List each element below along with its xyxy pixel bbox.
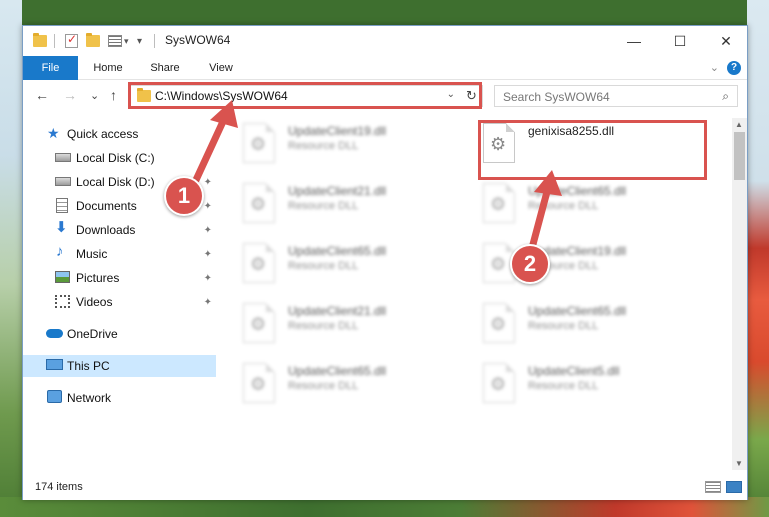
arrow-2-head <box>534 170 562 196</box>
step-badge-1: 1 <box>164 176 204 216</box>
annotation-arrows <box>192 100 562 252</box>
arrow-2-shaft <box>528 184 552 252</box>
arrow-1-head <box>210 100 238 128</box>
arrow-1-shaft <box>192 111 230 184</box>
step-badge-2: 2 <box>510 244 550 284</box>
